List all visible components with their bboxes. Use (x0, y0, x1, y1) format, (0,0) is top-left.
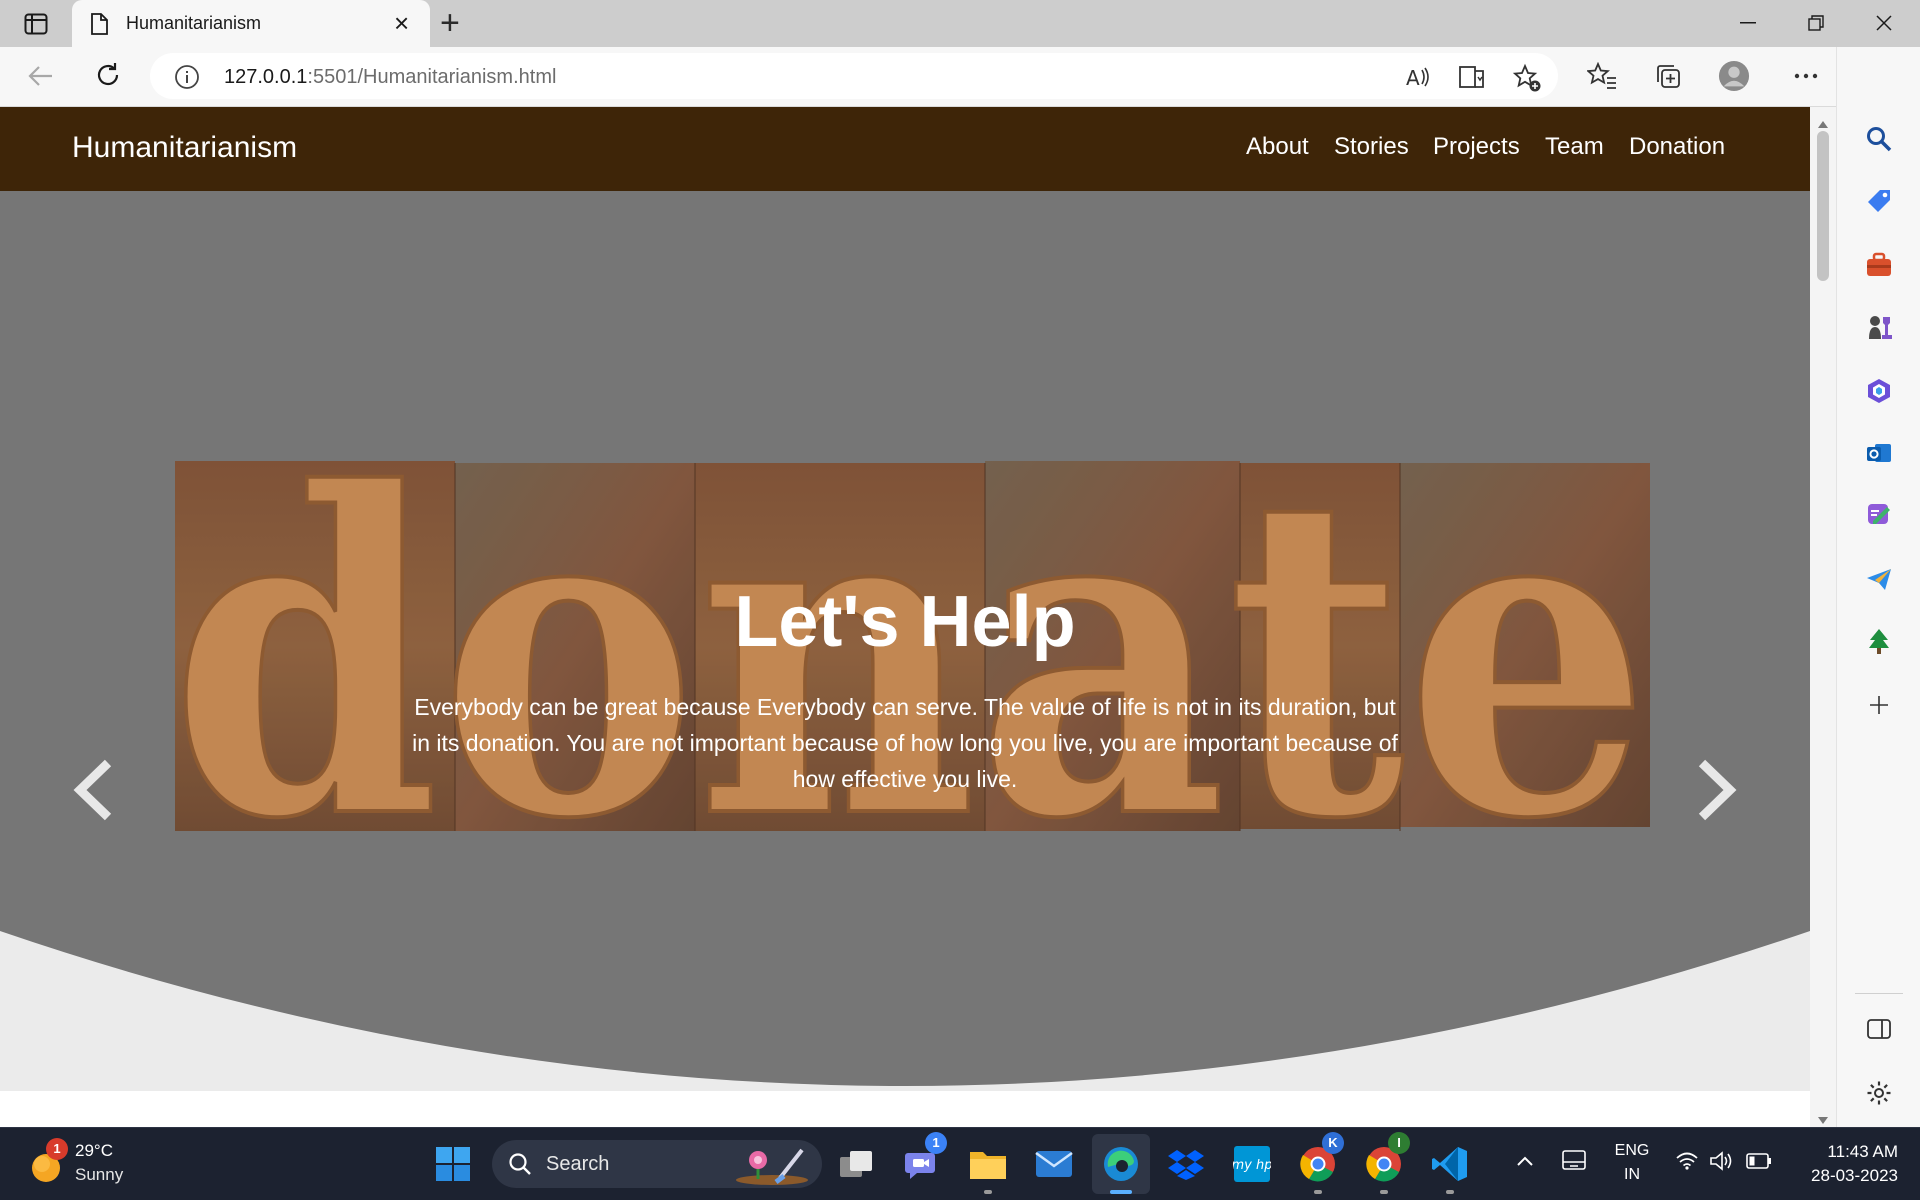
running-indicator (1380, 1190, 1388, 1194)
language-region[interactable]: IN (1612, 1166, 1652, 1184)
show-hidden-icons-chevron-icon[interactable] (1516, 1154, 1534, 1172)
search-label: Search (546, 1153, 610, 1175)
tree-icon[interactable] (1863, 625, 1895, 657)
svg-text:A: A (1406, 66, 1420, 90)
sidebar-toggle-icon[interactable] (1863, 1013, 1895, 1045)
send-paper-plane-icon[interactable] (1863, 563, 1895, 595)
weather-badge: 1 (46, 1138, 68, 1160)
dropbox-icon[interactable] (1162, 1140, 1210, 1188)
designer-icon[interactable] (1863, 499, 1895, 531)
hero-carousel: donate Let's Help Everybody can be great… (0, 191, 1810, 1091)
more-options-icon[interactable] (1790, 60, 1822, 92)
close-tab-icon[interactable]: × (394, 10, 409, 36)
running-indicator (984, 1190, 992, 1194)
url-text: 127.0.0.1:5501/Humanitarianism.html (224, 66, 556, 89)
browser-tab[interactable]: Humanitarianism × (72, 0, 430, 47)
touch-keyboard-icon[interactable] (1562, 1150, 1586, 1175)
microsoft-365-icon[interactable] (1863, 375, 1895, 407)
carousel-next-icon[interactable] (1696, 759, 1738, 826)
tools-briefcase-icon[interactable] (1863, 249, 1895, 281)
restore-icon[interactable] (1786, 8, 1846, 38)
tab-actions-icon[interactable] (14, 8, 58, 40)
search-icon[interactable] (1863, 123, 1895, 155)
collections-icon[interactable] (1652, 60, 1684, 92)
weather-temperature[interactable]: 29°C (75, 1141, 113, 1161)
chrome-profile-badge: I (1388, 1132, 1410, 1154)
reload-icon[interactable] (92, 59, 124, 96)
taskbar-search[interactable]: Search (492, 1140, 822, 1188)
nav-link-stories[interactable]: Stories (1334, 133, 1409, 161)
volume-icon[interactable] (1710, 1151, 1732, 1176)
running-indicator (1314, 1190, 1322, 1194)
mail-icon[interactable] (1030, 1140, 1078, 1188)
weather-description[interactable]: Sunny (75, 1165, 123, 1185)
search-highlight-flower-icon (732, 1144, 812, 1191)
immersive-reader-icon[interactable] (1458, 63, 1486, 91)
document-icon (90, 13, 108, 40)
clock-date[interactable]: 28-03-2023 (1798, 1166, 1898, 1186)
scroll-thumb[interactable] (1817, 131, 1829, 281)
browser-toolbar: 127.0.0.1:5501/Humanitarianism.html A (0, 47, 1920, 107)
svg-text:my hp: my hp (1233, 1158, 1271, 1173)
nav-link-team[interactable]: Team (1545, 133, 1604, 161)
settings-gear-icon[interactable] (1863, 1077, 1895, 1109)
minimize-icon[interactable] (1718, 8, 1778, 38)
site-brand[interactable]: Humanitarianism (72, 131, 297, 165)
windows-start-icon[interactable] (429, 1140, 477, 1188)
close-window-icon[interactable] (1854, 8, 1914, 38)
hero-title: Let's Help (734, 582, 1076, 662)
language-indicator[interactable]: ENG (1612, 1142, 1652, 1160)
new-tab-icon[interactable]: + (440, 6, 460, 40)
games-chess-icon[interactable] (1863, 311, 1895, 343)
nav-link-about[interactable]: About (1246, 133, 1309, 161)
hero-text: Everybody can be great because Everybody… (412, 694, 1398, 792)
address-bar[interactable]: 127.0.0.1:5501/Humanitarianism.html A (150, 53, 1558, 99)
outlook-icon[interactable] (1863, 437, 1895, 469)
task-view-icon[interactable] (832, 1140, 880, 1188)
site-navbar: Humanitarianism About Stories Projects T… (0, 107, 1810, 191)
edge-sidebar (1836, 47, 1920, 1127)
add-sidebar-app-icon[interactable] (1863, 689, 1895, 721)
myhp-icon[interactable]: my hp (1228, 1140, 1276, 1188)
running-indicator (1446, 1190, 1454, 1194)
browser-tab-strip: Humanitarianism × + (0, 0, 1920, 47)
battery-icon[interactable] (1746, 1153, 1772, 1174)
wifi-icon[interactable] (1676, 1152, 1698, 1175)
page-viewport: Humanitarianism About Stories Projects T… (0, 107, 1810, 1127)
nav-link-donation[interactable]: Donation (1629, 133, 1725, 161)
sidebar-divider (1855, 993, 1903, 994)
tab-title: Humanitarianism (126, 13, 262, 33)
add-favorite-icon[interactable] (1512, 63, 1541, 92)
clock-time[interactable]: 11:43 AM (1798, 1142, 1898, 1162)
windows-taskbar: 1 29°C Sunny Search 1 my hp K I ENG IN 1… (0, 1127, 1920, 1200)
page-scrollbar[interactable] (1810, 107, 1836, 1127)
shopping-tag-icon[interactable] (1863, 185, 1895, 217)
carousel-prev-icon[interactable] (72, 759, 114, 826)
url-path: :5501/Humanitarianism.html (307, 66, 557, 88)
vscode-icon[interactable] (1426, 1140, 1474, 1188)
edge-browser-icon[interactable] (1097, 1140, 1145, 1188)
file-explorer-icon[interactable] (964, 1140, 1012, 1188)
teams-badge: 1 (925, 1132, 947, 1154)
back-arrow-icon[interactable] (26, 61, 56, 96)
search-icon (508, 1152, 532, 1181)
read-aloud-icon[interactable]: A (1404, 63, 1432, 91)
active-indicator (1110, 1190, 1132, 1194)
site-info-icon[interactable] (174, 64, 200, 95)
nav-link-projects[interactable]: Projects (1433, 133, 1520, 161)
url-host: 127.0.0.1 (224, 66, 308, 88)
favorites-icon[interactable] (1586, 60, 1618, 92)
chrome-profile-badge: K (1322, 1132, 1344, 1154)
profile-avatar-icon[interactable] (1718, 60, 1750, 92)
